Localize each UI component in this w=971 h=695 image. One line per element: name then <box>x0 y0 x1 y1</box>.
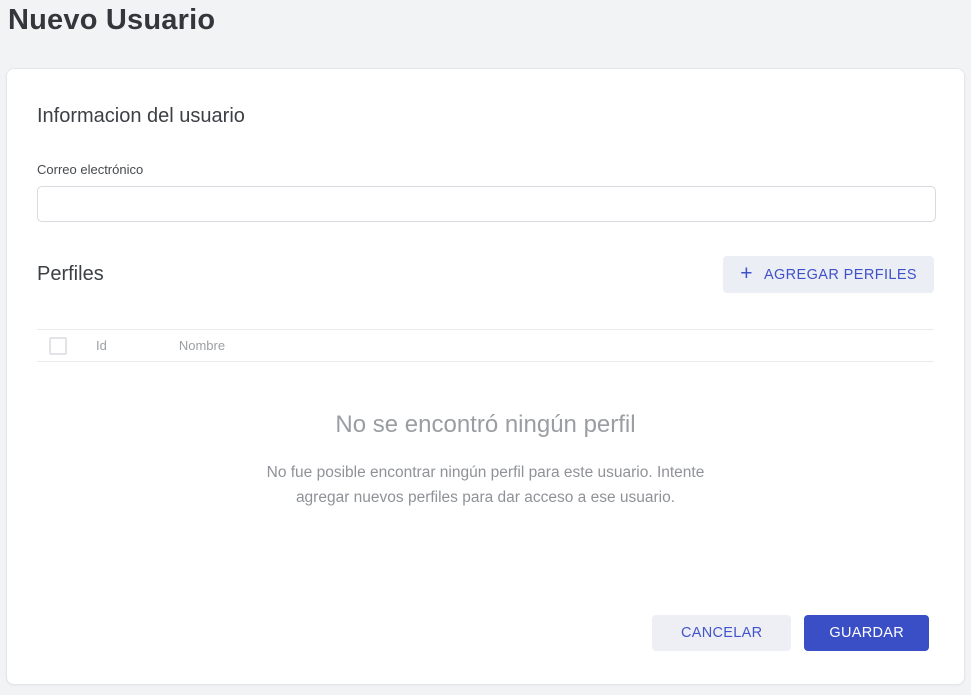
profiles-header-row: Perfiles + AGREGAR PERFILES <box>37 256 934 293</box>
email-label: Correo electrónico <box>37 162 934 177</box>
profiles-heading: Perfiles <box>37 263 104 286</box>
page-title: Nuevo Usuario <box>0 0 971 37</box>
add-profiles-button[interactable]: + AGREGAR PERFILES <box>723 256 934 293</box>
email-field[interactable] <box>37 186 936 222</box>
profiles-empty-state: No se encontró ningún perfil No fue posi… <box>37 411 934 510</box>
column-header-nombre: Nombre <box>179 338 225 353</box>
empty-state-description: No fue posible encontrar ningún perfil p… <box>246 460 726 510</box>
profiles-table-header: Id Nombre <box>37 329 934 362</box>
column-header-id: Id <box>96 338 107 353</box>
save-button[interactable]: GUARDAR <box>804 615 929 651</box>
empty-state-title: No se encontró ningún perfil <box>37 411 934 439</box>
cancel-button[interactable]: CANCELAR <box>652 615 791 651</box>
add-profiles-button-label: AGREGAR PERFILES <box>764 267 917 283</box>
plus-icon: + <box>740 263 753 284</box>
select-all-checkbox[interactable] <box>49 337 67 355</box>
form-actions: CANCELAR GUARDAR <box>652 615 929 651</box>
user-form-card: Informacion del usuario Correo electróni… <box>6 68 965 685</box>
user-info-heading: Informacion del usuario <box>37 69 934 128</box>
